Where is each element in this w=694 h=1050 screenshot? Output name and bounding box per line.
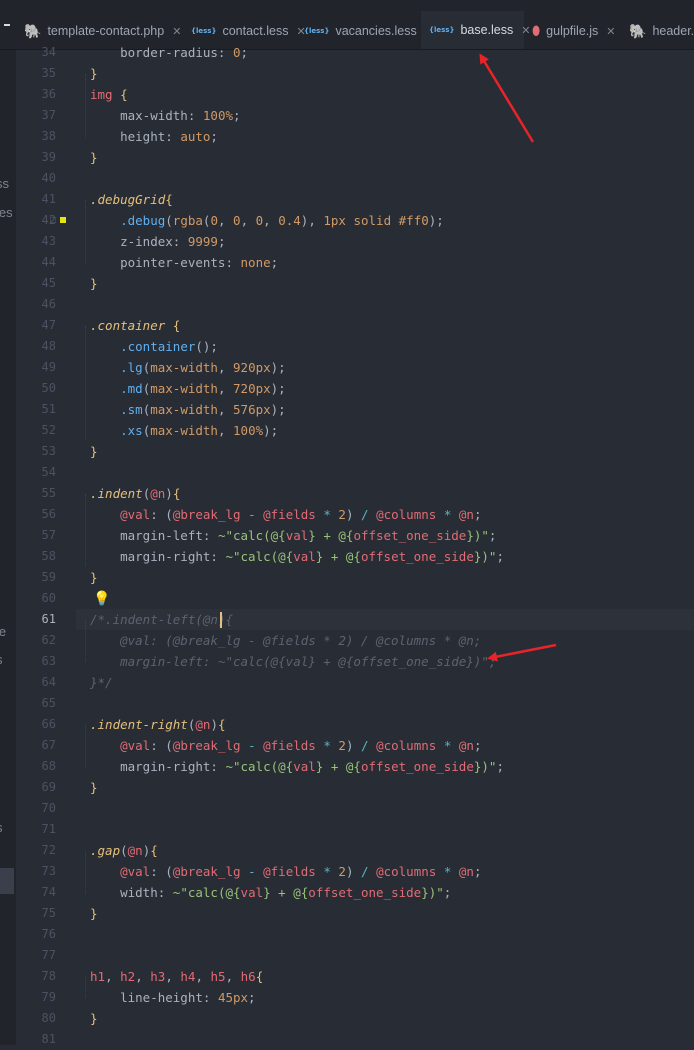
line-number: 48 <box>41 339 56 353</box>
line-number: 57 <box>41 528 56 542</box>
code-line[interactable]: line-height: 45px; <box>90 987 255 1008</box>
color-swatch-marker <box>60 217 66 223</box>
line-number: 62 <box>41 633 56 647</box>
line-number: 61 <box>41 612 56 626</box>
line-number: 42 <box>41 213 56 227</box>
line-number: 45 <box>41 276 56 290</box>
line-number: 64 <box>41 675 56 689</box>
line-number: 79 <box>41 990 56 1004</box>
code-line[interactable]: } <box>90 1008 98 1029</box>
code-line[interactable]: .gap(@n){ <box>90 840 158 861</box>
code-line[interactable]: } <box>90 441 98 462</box>
code-line[interactable]: pointer-events: none; <box>90 252 278 273</box>
line-number: 74 <box>41 885 56 899</box>
line-number: 80 <box>41 1011 56 1025</box>
line-number: 77 <box>41 948 56 962</box>
indent-guide <box>85 326 86 440</box>
code-line[interactable]: } <box>90 63 98 84</box>
line-number: 34 <box>41 45 56 59</box>
code-line[interactable]: .debug(rgba(0, 0, 0, 0.4), 1px solid #ff… <box>90 210 444 231</box>
lightbulb-icon[interactable]: 💡 <box>93 591 110 607</box>
line-number: 40 <box>41 171 56 185</box>
line-number: 44 <box>41 255 56 269</box>
line-number: 49 <box>41 360 56 374</box>
line-number: 81 <box>41 1032 56 1046</box>
line-number: 55 <box>41 486 56 500</box>
code-line[interactable]: z-index: 9999; <box>90 231 225 252</box>
code-line[interactable]: } <box>90 567 98 588</box>
code-line[interactable]: .xs(max-width, 100%); <box>90 420 278 441</box>
line-number: 75 <box>41 906 56 920</box>
line-number: 38 <box>41 129 56 143</box>
code-line[interactable]: .md(max-width, 720px); <box>90 378 286 399</box>
code-line[interactable]: img { <box>90 84 128 105</box>
indent-guide <box>85 725 86 768</box>
code-line[interactable]: margin-right: ~"calc(@{val} + @{offset_o… <box>90 546 504 567</box>
code-line[interactable]: h1, h2, h3, h4, h5, h6{ <box>90 966 263 987</box>
line-number: 46 <box>41 297 56 311</box>
line-number: 67 <box>41 738 56 752</box>
indent-guide <box>85 977 86 998</box>
line-number: 71 <box>41 822 56 836</box>
line-number: 56 <box>41 507 56 521</box>
code-line[interactable]: margin-left: ~"calc(@{val} + @{offset_on… <box>90 651 496 672</box>
code-line[interactable]: }*/ <box>90 672 113 693</box>
line-number: 50 <box>41 381 56 395</box>
line-number: 58 <box>41 549 56 563</box>
indent-guide <box>85 620 86 662</box>
line-number: 36 <box>41 87 56 101</box>
code-line[interactable]: max-width: 100%; <box>90 105 240 126</box>
code-line[interactable]: height: auto; <box>90 126 218 147</box>
code-line[interactable]: margin-left: ~"calc(@{val} + @{offset_on… <box>90 525 496 546</box>
code-editor[interactable]: 34 35 36 37 38 39 40 41 42 43 44 45 46 47 48 49 50 51 52 53… <box>0 0 694 1046</box>
indent-guide <box>85 851 86 894</box>
code-line[interactable]: .lg(max-width, 920px); <box>90 357 286 378</box>
line-number: 73 <box>41 864 56 878</box>
line-number: 53 <box>41 444 56 458</box>
line-number-gutter: 34 35 36 37 38 39 40 41 42 43 44 45 46 47 48 49 50 51 52 53… <box>16 0 76 1046</box>
code-line[interactable]: .sm(max-width, 576px); <box>90 399 286 420</box>
line-number: 66 <box>41 717 56 731</box>
line-number: 35 <box>41 66 56 80</box>
code-line[interactable]: margin-right: ~"calc(@{val} + @{offset_o… <box>90 756 504 777</box>
code-line[interactable]: .debugGrid{ <box>90 189 173 210</box>
code-line[interactable]: @val: (@break_lg - @fields * 2) / @colum… <box>90 504 481 525</box>
code-line[interactable]: } <box>90 147 98 168</box>
code-line[interactable]: width: ~"calc(@{val} + @{offset_one_side… <box>90 882 451 903</box>
code-line[interactable]: .indent(@n){ <box>90 483 180 504</box>
code-line[interactable]: .container(); <box>90 336 218 357</box>
code-line[interactable]: .indent-right(@n){ <box>90 714 226 735</box>
line-number: 76 <box>41 927 56 941</box>
line-number: 72 <box>41 843 56 857</box>
indent-guide <box>85 74 86 138</box>
line-number: 37 <box>41 108 56 122</box>
line-number: 39 <box>41 150 56 164</box>
code-line[interactable]: } <box>90 903 98 924</box>
code-line[interactable]: @val: (@break_lg - @fields * 2) / @colum… <box>90 630 481 651</box>
code-line[interactable]: @val: (@break_lg - @fields * 2) / @colum… <box>90 735 481 756</box>
code-line[interactable]: } <box>90 273 98 294</box>
text-cursor <box>220 612 222 628</box>
line-number: 65 <box>41 696 56 710</box>
code-line[interactable]: @val: (@break_lg - @fields * 2) / @colum… <box>90 861 481 882</box>
code-line[interactable]: .container { <box>90 315 180 336</box>
line-number: 78 <box>41 969 56 983</box>
line-number: 69 <box>41 780 56 794</box>
code-line[interactable]: } <box>90 777 98 798</box>
line-number: 70 <box>41 801 56 815</box>
indent-guide <box>85 494 86 566</box>
line-number: 54 <box>41 465 56 479</box>
line-number: 51 <box>41 402 56 416</box>
line-number: 68 <box>41 759 56 773</box>
line-number: 52 <box>41 423 56 437</box>
line-number: 63 <box>41 654 56 668</box>
line-number: 41 <box>41 192 56 206</box>
line-number: 47 <box>41 318 56 332</box>
code-line[interactable]: /*.indent-left(@n){ <box>90 609 233 630</box>
line-number: 43 <box>41 234 56 248</box>
code-line[interactable]: border-radius: 0; <box>90 42 248 63</box>
line-number: 60 <box>41 591 56 605</box>
line-number: 59 <box>41 570 56 584</box>
indent-guide <box>85 200 86 264</box>
